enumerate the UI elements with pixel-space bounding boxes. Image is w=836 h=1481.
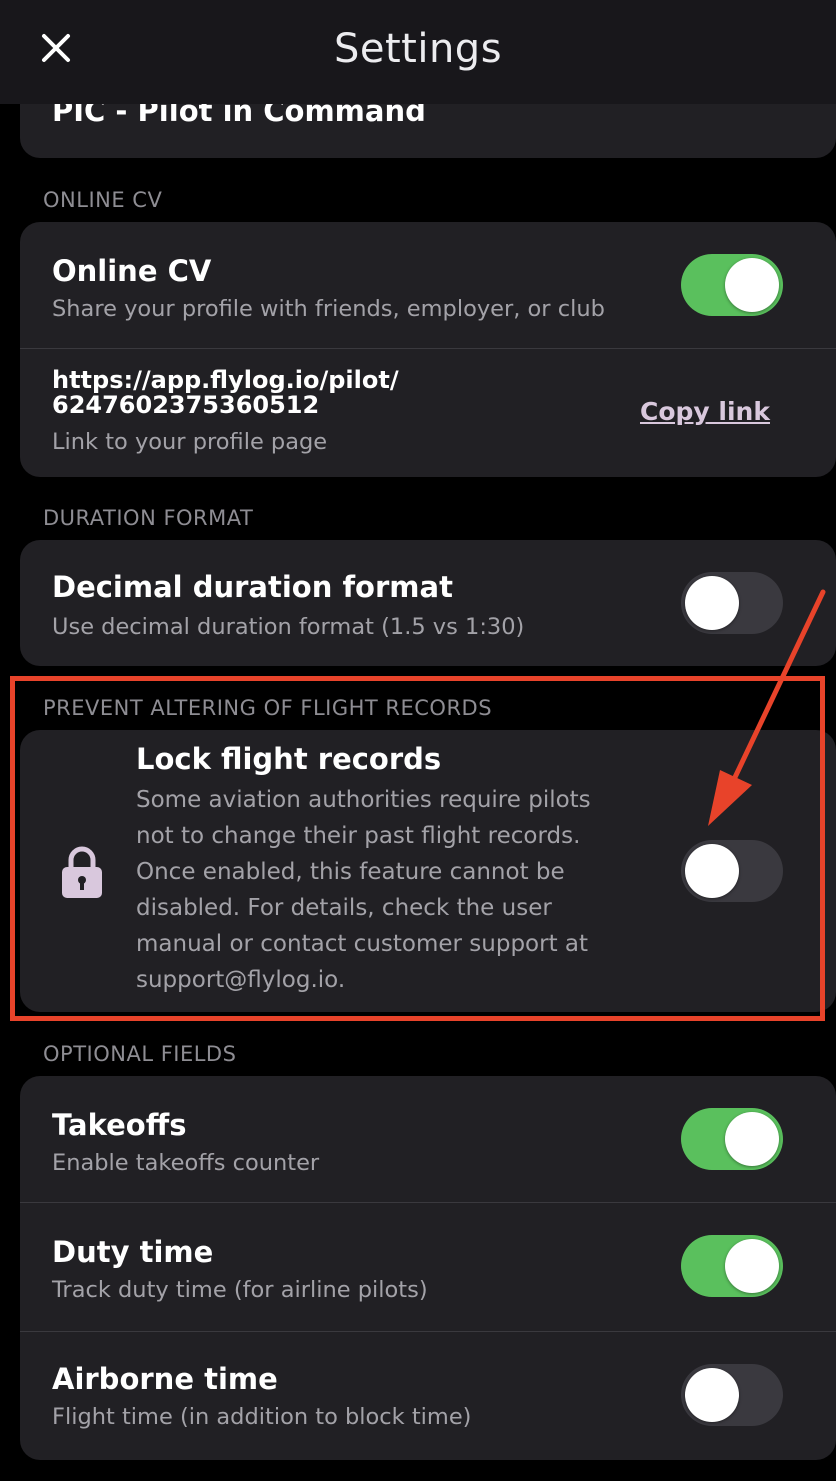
online-cv-row: Online CV Share your profile with friend… (20, 222, 836, 348)
takeoffs-toggle[interactable] (681, 1108, 783, 1170)
lock-icon (62, 846, 102, 898)
optional-field-row-takeoffs: Takeoffs Enable takeoffs counter (20, 1076, 836, 1202)
toggle-knob (685, 1368, 739, 1422)
section-label-online-cv: ONLINE CV (43, 188, 163, 212)
duty-time-subtitle: Track duty time (for airline pilots) (52, 1277, 428, 1303)
toggle-knob (725, 1239, 779, 1293)
description-line: manual or contact customer support at (136, 931, 589, 957)
profile-url: https://app.flylog.io/pilot/ 62476023753… (52, 364, 399, 422)
toggle-knob (725, 258, 779, 312)
takeoffs-title: Takeoffs (52, 1108, 187, 1142)
duty-time-toggle[interactable] (681, 1235, 783, 1297)
optional-field-row-duty-time: Duty time Track duty time (for airline p… (20, 1203, 836, 1331)
online-cv-card: Online CV Share your profile with friend… (20, 222, 836, 477)
online-cv-title: Online CV (52, 254, 212, 288)
airborne-time-title: Airborne time (52, 1362, 278, 1396)
duration-format-card: Decimal duration format Use decimal dura… (20, 540, 836, 666)
section-label-duration-format: DURATION FORMAT (43, 506, 254, 530)
section-label-optional-fields: OPTIONAL FIELDS (43, 1042, 237, 1066)
profile-link-row: https://app.flylog.io/pilot/ 62476023753… (20, 349, 836, 477)
description-line: not to change their past flight records. (136, 823, 581, 849)
duty-time-title: Duty time (52, 1235, 214, 1269)
description-line: Some aviation authorities require pilots (136, 787, 591, 813)
decimal-duration-title: Decimal duration format (52, 570, 453, 604)
lock-records-toggle[interactable] (681, 840, 783, 902)
section-label-lock-records: PREVENT ALTERING OF FLIGHT RECORDS (43, 696, 493, 720)
takeoffs-subtitle: Enable takeoffs counter (52, 1150, 320, 1176)
decimal-duration-subtitle: Use decimal duration format (1.5 vs 1:30… (52, 614, 525, 640)
decimal-duration-toggle[interactable] (681, 572, 783, 634)
toggle-knob (725, 1112, 779, 1166)
airborne-time-subtitle: Flight time (in addition to block time) (52, 1404, 472, 1430)
toggle-knob (685, 576, 739, 630)
toggle-knob (685, 844, 739, 898)
description-line: support@flylog.io. (136, 967, 346, 993)
optional-field-row-airborne-time: Airborne time Flight time (in addition t… (20, 1332, 836, 1460)
online-cv-toggle[interactable] (681, 254, 783, 316)
lock-records-card: Lock flight records Some aviation author… (20, 730, 836, 1012)
lock-records-description: Some aviation authorities require pilots… (136, 782, 656, 998)
airborne-time-toggle[interactable] (681, 1364, 783, 1426)
page-title: Settings (333, 26, 503, 72)
app-header: Settings (0, 0, 836, 104)
optional-fields-card: Takeoffs Enable takeoffs counter Duty ti… (20, 1076, 836, 1460)
online-cv-subtitle: Share your profile with friends, employe… (52, 296, 605, 322)
lock-records-title: Lock flight records (136, 742, 442, 776)
description-line: disabled. For details, check the user (136, 895, 552, 921)
profile-url-caption: Link to your profile page (52, 429, 328, 455)
description-line: Once enabled, this feature cannot be (136, 859, 565, 885)
copy-link-button[interactable]: Copy link (640, 397, 770, 426)
